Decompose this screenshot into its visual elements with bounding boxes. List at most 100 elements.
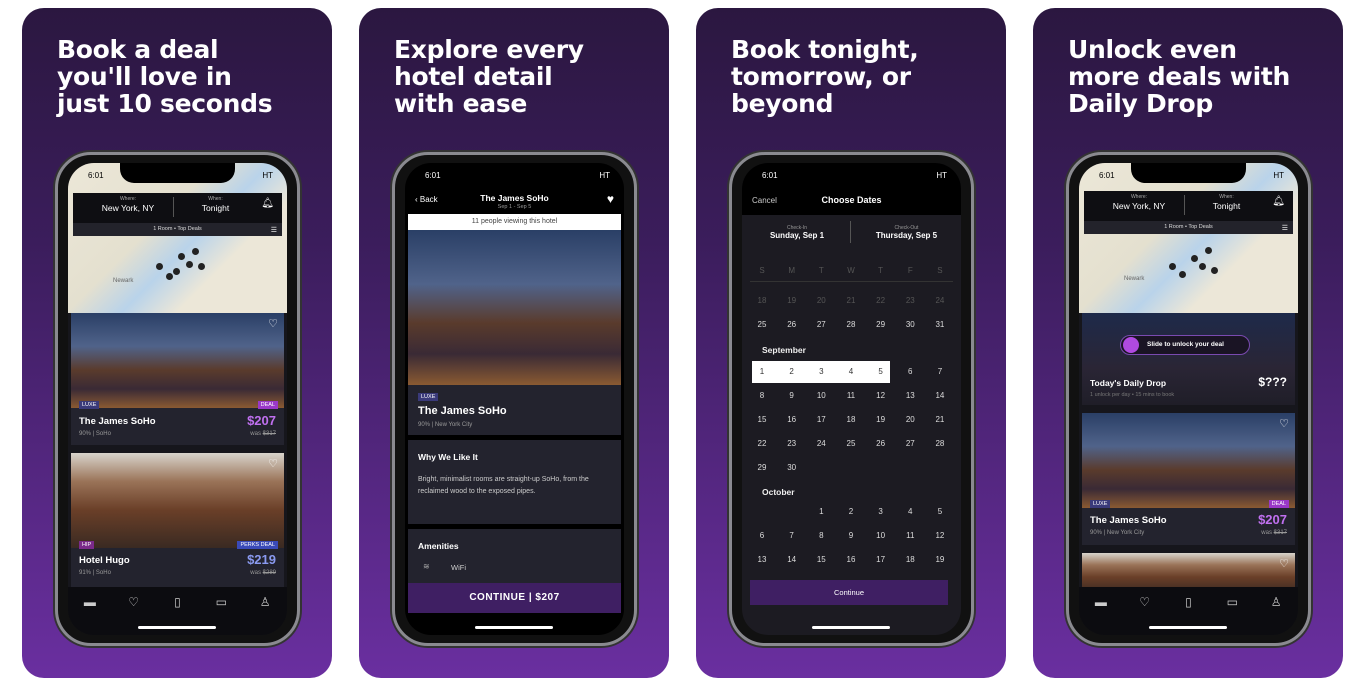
sliders-icon[interactable]: ☰	[1282, 224, 1288, 232]
map-pin[interactable]	[1205, 247, 1212, 254]
map-pin[interactable]	[1211, 267, 1218, 274]
calendar-day[interactable]: 10	[807, 391, 835, 400]
filters-bar[interactable]: 1 Room • Top Deals	[1084, 221, 1293, 234]
heart-icon[interactable]: ♡	[268, 317, 278, 330]
calendar-day[interactable]: 17	[867, 555, 895, 564]
calendar-day[interactable]: 4	[896, 507, 924, 516]
bed-icon[interactable]: ▬	[1086, 595, 1116, 635]
calendar-day[interactable]: 22	[748, 439, 776, 448]
map-pin[interactable]	[173, 268, 180, 275]
calendar-day[interactable]: 20	[896, 415, 924, 424]
calendar-day[interactable]: 25	[837, 439, 865, 448]
map-pin[interactable]	[1169, 263, 1176, 270]
calendar-day[interactable]: 16	[837, 555, 865, 564]
checkout-field[interactable]: Check-Out Thursday, Sep 5	[852, 225, 961, 240]
continue-button[interactable]: CONTINUE | $207	[408, 583, 621, 613]
calendar-day[interactable]: 10	[867, 531, 895, 540]
map-pin[interactable]	[192, 248, 199, 255]
map-pin[interactable]	[1179, 271, 1186, 278]
calendar-day[interactable]: 27	[896, 439, 924, 448]
map-pin[interactable]	[1191, 255, 1198, 262]
calendar-day[interactable]: 9	[778, 391, 806, 400]
calendar-day[interactable]: 20	[807, 296, 835, 305]
map-pin[interactable]	[166, 273, 173, 280]
calendar-day[interactable]: 8	[748, 391, 776, 400]
calendar-day[interactable]: 28	[837, 320, 865, 329]
calendar-day[interactable]: 25	[748, 320, 776, 329]
calendar-day[interactable]: 13	[896, 391, 924, 400]
calendar-day[interactable]: 5	[867, 367, 895, 376]
calendar-day[interactable]: 31	[926, 320, 954, 329]
calendar-day[interactable]: 11	[837, 391, 865, 400]
map-pin[interactable]	[156, 263, 163, 270]
calendar-day[interactable]: 17	[807, 415, 835, 424]
calendar-day[interactable]: 26	[778, 320, 806, 329]
calendar-day[interactable]: 2	[778, 367, 806, 376]
calendar-day[interactable]: 11	[896, 531, 924, 540]
when-field[interactable]: When: Tonight	[1184, 194, 1269, 211]
calendar-day[interactable]: 1	[748, 367, 776, 376]
bell-icon[interactable]: 🔔︎	[1272, 196, 1285, 207]
calendar-day[interactable]: 7	[778, 531, 806, 540]
phone-icon[interactable]: ▯	[1173, 595, 1203, 635]
user-icon[interactable]: ♙	[1261, 595, 1291, 635]
heart-icon[interactable]: ♡	[119, 595, 149, 635]
calendar-day[interactable]: 26	[867, 439, 895, 448]
calendar-day[interactable]: 19	[778, 296, 806, 305]
slider-handle[interactable]	[1123, 337, 1139, 353]
calendar-icon[interactable]: ▭	[1217, 595, 1247, 635]
calendar-day[interactable]: 13	[748, 555, 776, 564]
calendar-day[interactable]: 12	[867, 391, 895, 400]
map[interactable]: Newark	[68, 163, 287, 313]
calendar-day[interactable]: 19	[867, 415, 895, 424]
calendar-day[interactable]: 19	[926, 555, 954, 564]
bed-icon[interactable]: ▬	[75, 595, 105, 635]
calendar-day[interactable]: 29	[748, 463, 776, 472]
user-icon[interactable]: ♙	[250, 595, 280, 635]
calendar-day[interactable]: 22	[867, 296, 895, 305]
calendar-day[interactable]: 30	[896, 320, 924, 329]
heart-icon[interactable]: ♡	[268, 457, 278, 470]
calendar-day[interactable]: 5	[926, 507, 954, 516]
calendar-day[interactable]: 24	[926, 296, 954, 305]
calendar-day[interactable]: 18	[896, 555, 924, 564]
map-pin[interactable]	[178, 253, 185, 260]
calendar-day[interactable]: 16	[778, 415, 806, 424]
calendar-day[interactable]: 24	[807, 439, 835, 448]
calendar-day[interactable]: 28	[926, 439, 954, 448]
calendar-day[interactable]: 21	[926, 415, 954, 424]
calendar-day[interactable]: 2	[837, 507, 865, 516]
heart-icon[interactable]: ♡	[1130, 595, 1160, 635]
calendar-day[interactable]: 14	[926, 391, 954, 400]
calendar-day[interactable]: 27	[807, 320, 835, 329]
bell-icon[interactable]: 🔔︎	[261, 198, 274, 209]
calendar-day[interactable]: 15	[748, 415, 776, 424]
where-field[interactable]: Where: New York, NY	[83, 196, 173, 213]
calendar-day[interactable]: 4	[837, 367, 865, 376]
calendar-day[interactable]: 12	[926, 531, 954, 540]
where-field[interactable]: Where: New York, NY	[1094, 194, 1184, 211]
heart-icon[interactable]: ♥	[607, 192, 614, 206]
calendar-day[interactable]: 9	[837, 531, 865, 540]
calendar-day[interactable]: 18	[837, 415, 865, 424]
filters-bar[interactable]: 1 Room • Top Deals	[73, 223, 282, 236]
calendar-day[interactable]: 3	[867, 507, 895, 516]
continue-button[interactable]: Continue	[750, 580, 948, 605]
phone-icon[interactable]: ▯	[162, 595, 192, 635]
calendar-day[interactable]: 6	[748, 531, 776, 540]
when-field[interactable]: When: Tonight	[173, 196, 258, 213]
calendar-day[interactable]: 3	[807, 367, 835, 376]
hotel-card[interactable]: ♡ HIP PERKS DEAL Hotel Hugo 91% | SoHo $…	[71, 453, 284, 588]
hotel-card[interactable]: ♡ LUXE DEAL The James SoHo 90% | New Yor…	[1082, 413, 1295, 545]
map[interactable]: Newark	[1079, 163, 1298, 313]
checkin-field[interactable]: Check-In Sunday, Sep 1	[742, 225, 852, 240]
heart-icon[interactable]: ♡	[1279, 557, 1289, 570]
unlock-slider[interactable]: Slide to unlock your deal	[1120, 335, 1250, 355]
calendar-day[interactable]: 1	[807, 507, 835, 516]
calendar-day[interactable]: 29	[867, 320, 895, 329]
calendar-day[interactable]: 14	[778, 555, 806, 564]
search-header[interactable]: Where: New York, NY When: Tonight 🔔︎ 1 Roo…	[73, 193, 282, 236]
calendar-icon[interactable]: ▭	[206, 595, 236, 635]
calendar-day[interactable]: 21	[837, 296, 865, 305]
calendar-day[interactable]: 7	[926, 367, 954, 376]
